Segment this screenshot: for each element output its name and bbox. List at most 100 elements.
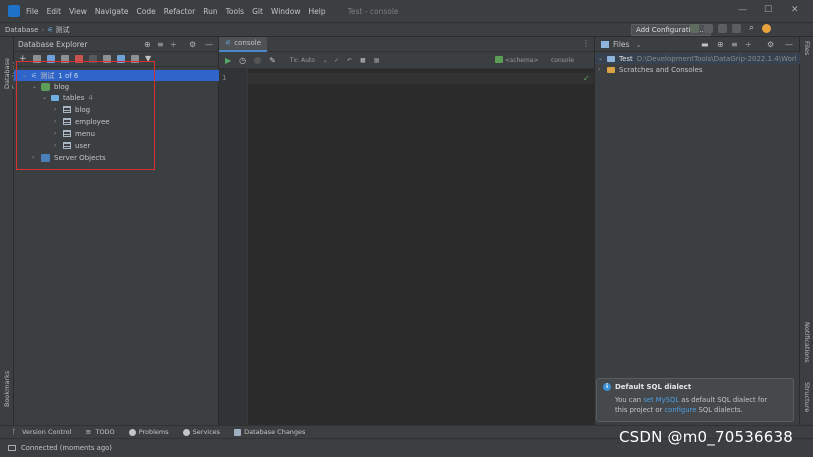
folder-icon[interactable]: ▬ — [701, 40, 709, 49]
breadcrumb-test[interactable]: 测试 — [56, 25, 70, 35]
services-button[interactable]: Services — [182, 428, 220, 436]
coverage-icon[interactable] — [718, 24, 727, 33]
menu-file[interactable]: File — [26, 7, 39, 16]
search-icon[interactable]: ⌕ — [749, 23, 758, 33]
todo-button[interactable]: ≡ TODO — [85, 428, 114, 436]
gear-icon[interactable]: ⚙ — [189, 40, 196, 49]
console-icon: ⚟ — [47, 25, 54, 34]
branch-icon: ᚴ — [12, 427, 17, 436]
globe-icon[interactable]: ⊕ — [717, 40, 724, 49]
menu-run[interactable]: Run — [203, 7, 217, 16]
editor-toolbar: ▶ ◷ ✎ Tx: Auto ⌄ ✓ ↶ ■ ▦ <schema> consol… — [219, 52, 594, 69]
files-root-node[interactable]: ⌄ Test D:\DevelopmentTools\DataGrip-2022… — [595, 53, 800, 64]
close-button[interactable]: ✕ — [791, 5, 799, 15]
hide-icon[interactable]: — — [785, 40, 793, 49]
tool-label: Version Control — [22, 428, 72, 436]
schema-dropdown[interactable]: <schema> — [505, 57, 539, 64]
menu-view[interactable]: View — [69, 7, 87, 16]
left-tool-stripe: Database Explorer Bookmarks — [0, 37, 19, 425]
menu-bar: File Edit View Navigate Code Refactor Ru… — [0, 0, 813, 22]
panel-header: Files ⌄ ▬ ⊕ ≡ ÷ ⚙ — — [595, 37, 799, 52]
watermark: CSDN @m0_70536638 — [619, 428, 793, 446]
version-control-button[interactable]: ᚴ Version Control — [12, 428, 71, 436]
notification-text: this project or — [615, 406, 665, 414]
chevron-down-icon: ⌄ — [322, 56, 328, 64]
services-icon — [182, 428, 190, 436]
line-number: 1 — [222, 74, 227, 82]
notifications-stripe-button[interactable]: Notifications — [803, 322, 811, 377]
sql-editor[interactable] — [248, 69, 594, 425]
tool-label: Problems — [138, 428, 169, 436]
rollback-icon[interactable]: ↶ — [347, 57, 352, 64]
files-scratches-node[interactable]: › Scratches and Consoles — [595, 64, 800, 75]
problems-icon — [128, 428, 136, 436]
tx-mode-dropdown[interactable]: Tx: Auto — [290, 57, 315, 64]
database-changes-icon — [234, 428, 242, 436]
debug-icon[interactable] — [704, 24, 713, 33]
files-stripe-button[interactable]: Files — [803, 41, 811, 61]
expand-icon[interactable]: ÷ — [170, 40, 177, 49]
menu-refactor[interactable]: Refactor — [164, 7, 195, 16]
editor-tab-bar: ⚟ console ⋮ — [219, 36, 594, 52]
problems-button[interactable]: Problems — [128, 428, 169, 436]
wrench-icon[interactable]: ✎ — [269, 56, 276, 65]
folder-icon — [607, 55, 615, 62]
menu-navigate[interactable]: Navigate — [95, 7, 129, 16]
database-changes-button[interactable]: Database Changes — [234, 428, 305, 436]
tab-console[interactable]: ⚟ console — [219, 36, 268, 52]
collapse-all-icon[interactable]: ≡ — [731, 40, 738, 49]
structure-stripe-button[interactable]: Structure — [803, 382, 811, 422]
list-icon: ≡ — [85, 427, 92, 436]
set-mysql-link[interactable]: set MySQL — [643, 396, 679, 404]
scratches-icon — [607, 66, 615, 73]
notification-text: as default SQL dialect for — [679, 396, 768, 404]
execute-icon[interactable]: ▶ — [225, 56, 231, 65]
run-icon[interactable] — [690, 24, 699, 33]
console-dropdown[interactable]: console — [551, 57, 574, 64]
more-icon[interactable]: ⋮ — [582, 39, 590, 48]
expand-icon[interactable]: ÷ — [745, 40, 752, 49]
menu-tools[interactable]: Tools — [226, 7, 244, 16]
panel-title: Database Explorer — [18, 39, 88, 49]
menu-window[interactable]: Window — [271, 7, 301, 16]
tool-label: TODO — [95, 428, 115, 436]
info-icon: i — [603, 383, 611, 391]
notification-text: You can — [615, 396, 644, 404]
status-text: Connected (moments ago) — [21, 444, 112, 452]
menu-edit[interactable]: Edit — [47, 7, 62, 16]
navigation-bar: Database › ⚟ 测试 Add Configuration... ⌕ — [0, 22, 813, 36]
notification-title: Default SQL dialect — [615, 383, 692, 391]
minimize-button[interactable]: — — [738, 5, 747, 15]
bookmarks-stripe-button[interactable]: Bookmarks — [3, 367, 11, 407]
notification-header: i Default SQL dialect — [603, 383, 787, 391]
chevron-down-icon[interactable]: ⌄ — [635, 40, 641, 49]
files-panel: Files ⌄ ▬ ⊕ ≡ ÷ ⚙ — ⌄ Test D:\Developmen… — [594, 37, 800, 425]
history-icon[interactable]: ◷ — [239, 56, 246, 65]
check-icon: ✓ — [583, 74, 590, 83]
maximize-button[interactable]: ☐ — [764, 5, 772, 15]
gear-icon[interactable]: ⚙ — [767, 40, 774, 49]
globe-icon[interactable]: ⊕ — [144, 40, 151, 49]
stop-icon[interactable] — [732, 24, 741, 33]
stop-icon[interactable]: ■ — [360, 57, 366, 64]
grid-icon[interactable]: ▦ — [374, 57, 380, 64]
configure-link[interactable]: configure — [664, 406, 696, 414]
commit-icon[interactable]: ✓ — [334, 57, 339, 64]
tree-node-label: Scratches and Consoles — [619, 65, 703, 74]
update-icon[interactable] — [762, 24, 771, 33]
chevron-down-icon: ⌄ — [598, 55, 604, 62]
files-icon — [601, 40, 609, 48]
collapse-all-icon[interactable]: ≡ — [157, 40, 164, 49]
menu-git[interactable]: Git — [252, 7, 263, 16]
notification-body: You can set MySQL as default SQL dialect… — [615, 395, 787, 415]
window-title: Test - console — [347, 6, 399, 16]
caret-row — [248, 73, 594, 84]
hide-icon[interactable]: — — [205, 40, 213, 49]
notification-popup: i Default SQL dialect You can set MySQL … — [596, 378, 794, 422]
breadcrumb-database[interactable]: Database — [5, 26, 38, 34]
cancel-icon[interactable] — [254, 56, 262, 64]
line-gutter: 1 — [219, 69, 248, 425]
menu-help[interactable]: Help — [309, 7, 326, 16]
annotation-highlight-box — [16, 61, 155, 170]
menu-code[interactable]: Code — [137, 7, 156, 16]
